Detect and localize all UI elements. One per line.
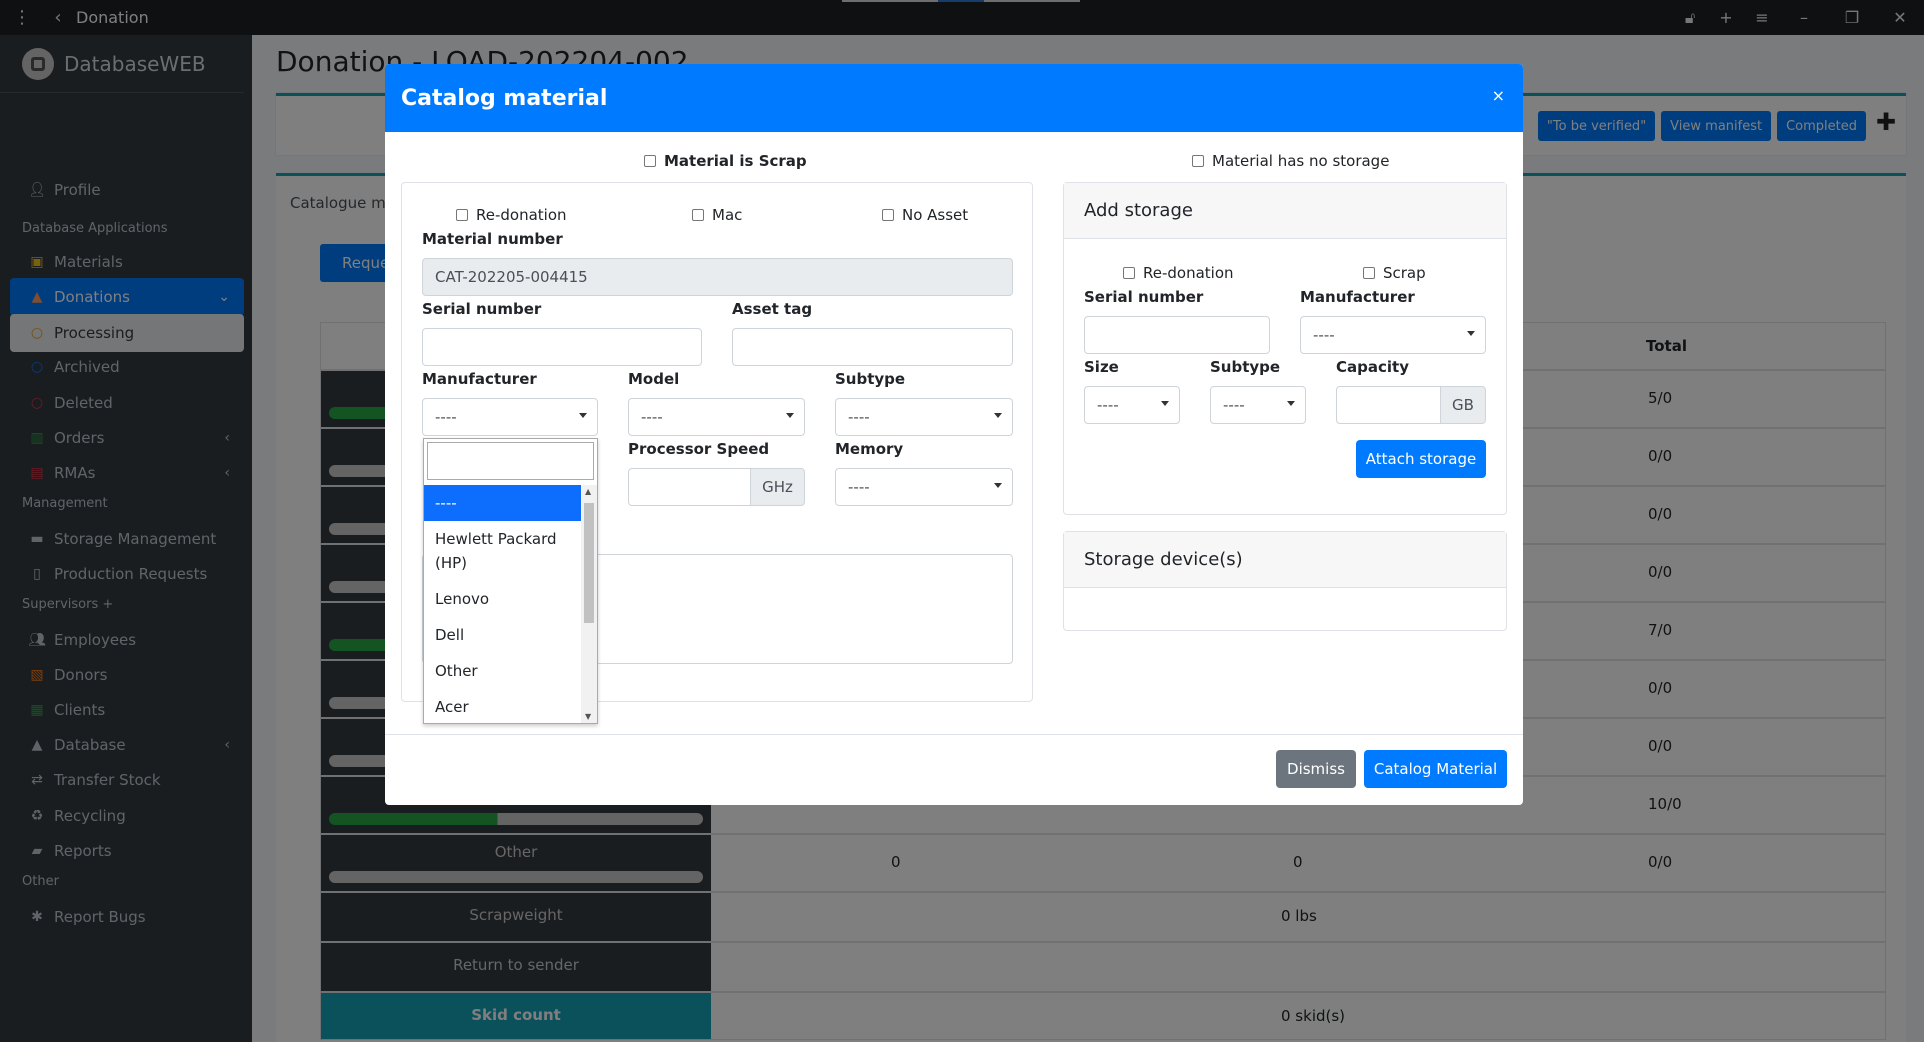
dropdown-search-input[interactable] [427, 442, 594, 480]
dropdown-option[interactable]: Dell [424, 617, 582, 653]
no-storage-checkbox-label: Material has no storage [1212, 152, 1390, 170]
manufacturer-select[interactable]: ---- [422, 398, 598, 436]
catalog-material-button[interactable]: Catalog Material [1364, 750, 1507, 788]
checkbox-box[interactable] [1363, 267, 1375, 279]
redonation-checkbox[interactable]: Re-donation [456, 206, 567, 224]
dismiss-button[interactable]: Dismiss [1276, 750, 1356, 788]
capacity-label: Capacity [1336, 358, 1409, 376]
size-select-value: ---- [1097, 396, 1119, 414]
subtype-select[interactable]: ---- [835, 398, 1013, 436]
subtype-label: Subtype [835, 370, 906, 388]
attach-storage-button[interactable]: Attach storage [1356, 440, 1486, 478]
asset-tag-label: Asset tag [732, 300, 813, 318]
storage-manufacturer-label: Manufacturer [1300, 288, 1415, 306]
dropdown-option[interactable]: ---- [424, 485, 582, 521]
storage-serial-label: Serial number [1084, 288, 1204, 306]
manufacturer-select-value: ---- [435, 408, 457, 426]
redonation-label: Re-donation [476, 206, 567, 224]
ghz-addon: GHz [750, 468, 805, 506]
storage-scrap-label: Scrap [1383, 264, 1426, 282]
scroll-up-icon[interactable]: ▲ [585, 487, 591, 496]
storage-subtype-value: ---- [1223, 396, 1245, 414]
gb-addon: GB [1440, 386, 1486, 424]
checkbox-box[interactable] [644, 155, 656, 167]
material-number-field: CAT-202205-004415 [422, 258, 1013, 296]
dropdown-option[interactable]: Other [424, 653, 582, 689]
asset-tag-input[interactable] [732, 328, 1013, 366]
mac-label: Mac [712, 206, 743, 224]
model-label: Model [628, 370, 680, 388]
scrap-checkbox[interactable]: Material is Scrap [644, 152, 807, 170]
subtype-select-value: ---- [848, 408, 870, 426]
mac-checkbox[interactable]: Mac [692, 206, 742, 224]
storage-devices-panel: Storage device(s) [1063, 531, 1507, 631]
storage-manufacturer-select[interactable]: ---- [1300, 316, 1486, 354]
checkbox-box[interactable] [1192, 155, 1204, 167]
no-asset-label: No Asset [902, 206, 969, 224]
size-select[interactable]: ---- [1084, 386, 1180, 424]
storage-redonation-label: Re-donation [1143, 264, 1234, 282]
serial-number-label: Serial number [422, 300, 542, 318]
chevron-down-icon [579, 413, 587, 418]
no-storage-checkbox[interactable]: Material has no storage [1192, 152, 1389, 170]
modal-footer-divider [385, 734, 1523, 735]
modal-title: Catalog material [401, 85, 608, 111]
no-asset-checkbox[interactable]: No Asset [882, 206, 968, 224]
scrollbar-thumb[interactable] [584, 503, 594, 623]
checkbox-box[interactable] [882, 209, 894, 221]
add-storage-title: Add storage [1064, 183, 1506, 239]
chevron-down-icon [786, 413, 794, 418]
storage-scrap-checkbox[interactable]: Scrap [1363, 264, 1426, 282]
scrap-checkbox-label: Material is Scrap [664, 152, 807, 170]
memory-select[interactable]: ---- [835, 468, 1013, 506]
checkbox-box[interactable] [1123, 267, 1135, 279]
close-icon[interactable]: × [1492, 86, 1505, 105]
serial-number-input[interactable] [422, 328, 702, 366]
dropdown-option[interactable]: Lenovo [424, 581, 582, 617]
chevron-down-icon [1467, 331, 1475, 336]
memory-label: Memory [835, 440, 904, 458]
manufacturer-label: Manufacturer [422, 370, 537, 388]
storage-subtype-select[interactable]: ---- [1210, 386, 1306, 424]
memory-select-value: ---- [848, 478, 870, 496]
checkbox-box[interactable] [456, 209, 468, 221]
model-select-value: ---- [641, 408, 663, 426]
dropdown-option[interactable]: Hewlett Packard (HP) [424, 521, 582, 581]
capacity-input[interactable] [1336, 386, 1441, 424]
model-select[interactable]: ---- [628, 398, 805, 436]
chevron-down-icon [1287, 401, 1295, 406]
modal-header: Catalog material × [385, 64, 1523, 132]
storage-redonation-checkbox[interactable]: Re-donation [1123, 264, 1234, 282]
storage-serial-input[interactable] [1084, 316, 1270, 354]
material-number-label: Material number [422, 230, 563, 248]
processor-speed-input[interactable] [628, 468, 751, 506]
checkbox-box[interactable] [692, 209, 704, 221]
scroll-down-icon[interactable]: ▼ [585, 712, 591, 721]
app-window: ⋮ ‹ Donation 🔓︎ + ≡ – ❐ ✕ DatabaseWEB 👤︎… [0, 0, 1924, 1042]
dropdown-option[interactable]: Acer [424, 689, 582, 723]
chevron-down-icon [994, 483, 1002, 488]
chevron-down-icon [994, 413, 1002, 418]
dropdown-scrollbar[interactable]: ▲ ▼ [581, 485, 597, 723]
storage-devices-title: Storage device(s) [1064, 532, 1506, 588]
storage-subtype-label: Subtype [1210, 358, 1281, 376]
storage-manufacturer-value: ---- [1313, 326, 1335, 344]
processor-speed-label: Processor Speed [628, 440, 770, 458]
dropdown-options: ---- Hewlett Packard (HP) Lenovo Dell Other A… [424, 485, 582, 723]
chevron-down-icon [1161, 401, 1169, 406]
size-label: Size [1084, 358, 1119, 376]
manufacturer-dropdown: ---- Hewlett Packard (HP) Lenovo Dell Other A… [423, 438, 598, 724]
